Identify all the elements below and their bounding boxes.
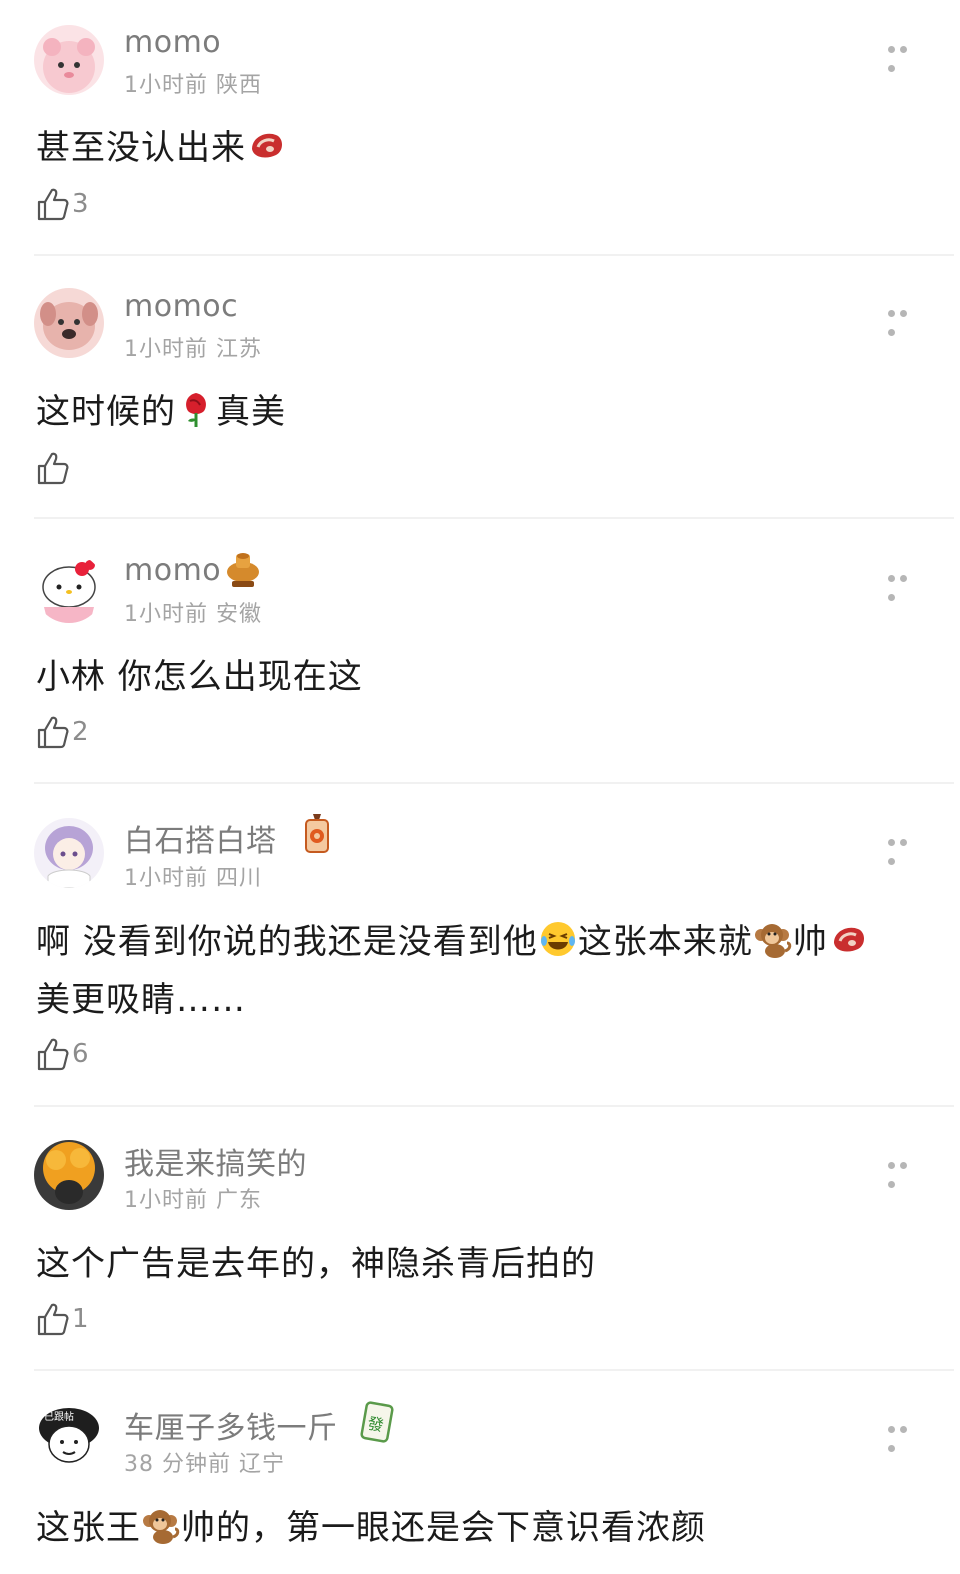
amulet-badge-icon — [305, 814, 329, 853]
comment-text-part: 这时候的 — [36, 392, 176, 432]
thumbs-up-icon — [37, 716, 69, 749]
thumbs-up-icon — [37, 452, 69, 485]
comment-text-part: 这张本来就 — [577, 922, 753, 962]
hello-kitty-avatar-icon — [34, 553, 104, 623]
divider — [34, 517, 954, 519]
comment-meta: 1小时前 安徽 — [124, 596, 262, 628]
steak-emoji — [252, 133, 282, 158]
username[interactable]: momo — [124, 25, 221, 60]
monkey-emoji — [143, 1510, 180, 1544]
avatar[interactable] — [34, 818, 104, 888]
comment-text-part: 甚至没认出来 — [36, 128, 246, 168]
more-dots-icon[interactable] — [888, 38, 922, 72]
more-dots-icon[interactable] — [888, 1154, 922, 1188]
like-count: 6 — [72, 1039, 89, 1069]
timestamp: 38 分钟前 — [124, 1452, 231, 1477]
comment-text-part: 帅的，第一眼还是会下意识看浓颜 — [181, 1508, 706, 1548]
comment-text: 甚至没认出来 — [36, 120, 286, 169]
laughing-crying-emoji — [540, 922, 575, 956]
timestamp: 1小时前 — [124, 73, 208, 98]
comment-meta: 1小时前 广东 — [124, 1182, 262, 1214]
thumbs-up-icon — [37, 1038, 69, 1071]
divider — [34, 254, 954, 256]
comment-text-part: 啊 没看到你说的我还是没看到他 — [36, 922, 538, 962]
comment-text-part: 小林 你怎么出现在这 — [36, 657, 363, 697]
like-count: 2 — [72, 717, 89, 747]
location: 江苏 — [216, 337, 263, 362]
timestamp: 1小时前 — [124, 602, 208, 627]
like-button[interactable]: 2 — [36, 714, 89, 750]
username[interactable]: 车厘子多钱一斤 — [124, 1403, 338, 1447]
more-dots-icon[interactable] — [888, 302, 922, 336]
orange-hair-avatar-icon — [34, 1140, 104, 1210]
comment-text: 这张王 帅的，第一眼还是会下意识看浓颜 — [36, 1500, 706, 1549]
more-dots-icon[interactable] — [888, 1418, 922, 1452]
username[interactable]: momo — [124, 553, 221, 588]
comment-text-part: 帅 — [792, 922, 828, 962]
comment-text-part: 这个广告是去年的，神隐杀青后拍的 — [36, 1244, 596, 1284]
comment-text: 这时候的 真美 — [36, 384, 286, 433]
location: 辽宁 — [239, 1452, 286, 1477]
location: 安徽 — [216, 602, 263, 627]
like-count: 3 — [72, 189, 89, 219]
comment-text: 这个广告是去年的，神隐杀青后拍的 — [36, 1236, 596, 1285]
avatar[interactable] — [34, 1140, 104, 1210]
divider — [34, 1105, 954, 1107]
thumbs-up-icon — [37, 1303, 69, 1336]
avatar-caption: 已跟帖 — [44, 1410, 74, 1423]
avatar[interactable] — [34, 553, 104, 623]
puppy-avatar-icon — [34, 288, 104, 358]
timestamp: 1小时前 — [124, 1188, 208, 1213]
location: 广东 — [216, 1188, 263, 1213]
timestamp: 1小时前 — [124, 866, 208, 891]
badge-char: 發 — [366, 1414, 385, 1435]
hotpot-badge-icon — [227, 553, 259, 587]
username[interactable]: momoc — [124, 289, 238, 324]
comment-text: 小林 你怎么出现在这 — [36, 649, 363, 698]
rose-emoji — [186, 393, 206, 427]
steak-emoji — [833, 927, 864, 952]
thumbs-up-icon — [37, 188, 69, 221]
like-button[interactable]: 6 — [36, 1036, 89, 1072]
mahjong-fa-badge-icon: 發 — [360, 1401, 394, 1443]
comment-text-line2: 美更吸睛…… — [36, 980, 246, 1020]
like-button[interactable]: 3 — [36, 186, 89, 222]
avatar[interactable] — [34, 25, 104, 95]
more-dots-icon[interactable] — [888, 831, 922, 865]
like-button[interactable]: 1 — [36, 1301, 89, 1337]
like-button[interactable] — [36, 450, 72, 486]
comment-meta: 1小时前 陕西 — [124, 67, 262, 99]
meme-face-avatar-icon: 已跟帖 — [34, 1404, 104, 1474]
location: 陕西 — [216, 73, 263, 98]
pink-bear-avatar-icon — [34, 25, 104, 95]
like-count: 1 — [72, 1304, 89, 1334]
monkey-emoji — [754, 924, 792, 958]
username[interactable]: 白石搭白塔 — [124, 816, 277, 860]
divider — [34, 782, 954, 784]
comment-text: 啊 没看到你说的我还是没看到他 这张本来就帅 — [36, 914, 868, 963]
username[interactable]: 我是来搞笑的 — [124, 1139, 307, 1183]
avatar[interactable] — [34, 288, 104, 358]
comment-meta: 1小时前 四川 — [124, 860, 262, 892]
location: 四川 — [216, 866, 263, 891]
comment-text-part: 真美 — [216, 392, 286, 432]
more-dots-icon[interactable] — [888, 567, 922, 601]
divider — [34, 1369, 954, 1371]
comment-meta: 1小时前 江苏 — [124, 331, 262, 363]
comment-text-part: 这张王 — [36, 1508, 141, 1548]
avatar[interactable]: 已跟帖 — [34, 1404, 104, 1474]
timestamp: 1小时前 — [124, 337, 208, 362]
anime-girl-avatar-icon — [34, 818, 104, 888]
comment-meta: 38 分钟前 辽宁 — [124, 1446, 285, 1478]
